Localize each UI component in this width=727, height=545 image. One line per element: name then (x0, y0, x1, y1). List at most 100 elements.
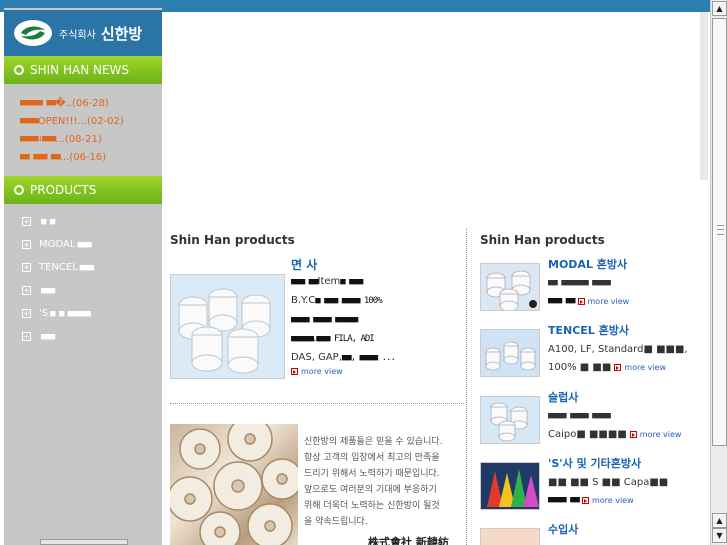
product-menu-text: TENCEL (39, 262, 78, 273)
product-list-title[interactable]: 'S'사 및 기타혼방사 (548, 455, 704, 473)
news-item-blocks: ■■ ■■■ ■■ (20, 152, 61, 162)
product-list-title[interactable]: MODAL 혼방사 (548, 256, 704, 274)
arrow-box-icon (577, 297, 585, 305)
product-menu-blocks: ■ ■ ■■■■■ (50, 308, 91, 319)
plus-box-icon: + (22, 286, 31, 295)
slub-yarn-thumbnail[interactable] (480, 396, 540, 444)
news-item-text: ...(06-16) (59, 151, 107, 163)
news-item-text: �..(06-28) (55, 97, 109, 109)
more-view-link[interactable]: more view (577, 296, 630, 306)
arrow-box-icon (291, 368, 298, 375)
news-item[interactable]: ■■■■ OPEN!!!...(02-02) (20, 112, 160, 130)
product-list-title[interactable]: 슬럽사 (548, 389, 704, 407)
promo-line: 앞으로도 여러분의 기대에 부응하기 (304, 485, 437, 495)
scrollbar-thumb[interactable] (712, 18, 727, 446)
promo-text: 신한방의 제품들은 믿을 수 있습니다. 항상 고객의 입장에서 최고의 만족을… (304, 434, 464, 530)
product-list-text: 수입사 (548, 521, 704, 539)
product-list-text: 'S'사 및 기타혼방사 ■■ ■■ S ■■ Capa■■ ■■■■ ■■ m… (548, 455, 704, 509)
promo-line: 항상 고객의 입장에서 최고의 만족을 (304, 453, 440, 463)
product-menu-blocks: ■■■ (41, 331, 55, 342)
product-list-blocks: ■■■ ■■ (548, 296, 575, 306)
promo-block: 신한방의 제품들은 믿을 수 있습니다. 항상 고객의 입장에서 최고의 만족을… (170, 424, 462, 545)
news-item[interactable]: ■■■■■ ■■ �..(06-28) (20, 94, 160, 112)
logo-big-text: 신한방 (100, 24, 143, 43)
desc-blocks: ■■■■■ (291, 333, 314, 344)
news-section-title: SHIN HAN NEWS (30, 63, 130, 77)
product-list-text: TENCEL 혼방사 A100, LF, Standard■ ■■■, 100%… (548, 322, 704, 376)
news-item-blocks: ■■■■↓■■■ (20, 134, 56, 144)
product-list-line: ■■ ■■ S ■■ Capa■■ (548, 476, 669, 488)
news-item-text: OPEN!!!...(02-02) (37, 115, 124, 127)
product-menu-item[interactable]: + ■ ■ (22, 210, 162, 233)
news-item[interactable]: ■■ ■■■ ■■ ...(06-16) (20, 148, 160, 166)
left-column-title: Shin Han products (170, 233, 295, 247)
promo-line: 을 약속드립니다. (304, 517, 368, 527)
product-list-line: ■■■■ ■■ more view (548, 491, 704, 509)
news-item-blocks: ■■■■ (20, 116, 39, 126)
news-item[interactable]: ■■■■↓■■■ ...(08-21) (20, 130, 160, 148)
product-desc-line: DAS, GAP, ■■, ■■■■ ... (291, 348, 463, 367)
sidebar: 주식회사 신한방 SHIN HAN NEWS ■■■■■ ■■ �..(06-2… (4, 8, 162, 545)
product-desc-line: ■■■■ ■■■■ ■■■■■ (291, 310, 463, 329)
product-list-line: ■■■■ ■■■■ ■■■■ (548, 411, 611, 421)
main-product-title[interactable]: 면 사 (291, 256, 463, 272)
vertical-scrollbar[interactable]: ▲ ▲ ▼ (710, 0, 727, 545)
product-menu-item[interactable]: + TENCEL ■■■ (22, 256, 162, 279)
product-list-line: 100% ■ ■■ more view (548, 358, 704, 376)
product-menu-item[interactable]: + ■■■ (22, 279, 162, 302)
product-menu-item[interactable]: + 'S ■ ■ ■■■■■ (22, 302, 162, 325)
desc-text: B.Y.C (291, 295, 316, 306)
product-list-title[interactable]: 수입사 (548, 521, 704, 539)
promo-signature: 株式會社 新韓紡 (368, 536, 449, 545)
plus-box-icon: + (22, 263, 31, 272)
more-view-link[interactable]: more view (614, 363, 666, 372)
product-list-title[interactable]: TENCEL 혼방사 (548, 322, 704, 340)
scroll-up-arrow-icon[interactable]: ▲ (712, 513, 727, 528)
news-item-text: ...(08-21) (55, 133, 102, 145)
more-view-label: more view (301, 367, 343, 376)
promo-line: 드리기 위해서 노력하기 때문입니다. (304, 469, 440, 479)
more-view-label: more view (587, 296, 630, 306)
promo-line: 신한방의 제품들은 믿을 수 있습니다. (304, 437, 443, 447)
dotted-divider (170, 403, 464, 404)
logo-small-text: 주식회사 (59, 29, 96, 41)
product-list-blocks: ■■■■ ■■ (548, 495, 580, 505)
desc-text: DAS, GAP, (291, 352, 342, 363)
modal-yarn-thumbnail[interactable] (480, 263, 540, 311)
product-menu-item[interactable]: + ■■■ (22, 325, 162, 348)
more-view-label: more view (591, 495, 634, 505)
promo-line: 위해 더욱더 노력하는 신한방이 될것 (304, 501, 440, 511)
more-view-link[interactable]: more view (291, 367, 463, 376)
desc-blocks: ■■■ FILA, ADI (316, 333, 374, 344)
product-desc-line: ■■■■■ . ■■■ FILA, ADI (291, 329, 463, 348)
desc-blocks: ■■■■ ■■■■ ■■■■■ (291, 314, 358, 325)
desc-text: Item (317, 276, 341, 287)
product-menu-blocks: ■■■ (77, 239, 91, 250)
tencel-yarn-thumbnail[interactable] (480, 329, 540, 377)
sidebar-bottom-widget (40, 539, 128, 545)
s-yarn-thumbnail[interactable] (480, 462, 540, 510)
more-view-label: more view (639, 429, 682, 439)
more-view-link[interactable]: more view (629, 429, 682, 439)
content-right-edge (700, 12, 708, 180)
imported-yarn-thumbnail[interactable] (480, 528, 540, 545)
right-column-title: Shin Han products (480, 233, 605, 247)
desc-blocks: ■ ■■■ (340, 276, 363, 287)
company-logo[interactable]: 주식회사 신한방 (4, 10, 162, 56)
plus-box-icon: + (22, 332, 31, 341)
products-list: + ■ ■ + MODAL ■■■ + TENCEL ■■■ + ■■■ + '… (22, 210, 162, 348)
product-list-line: ■■ ■■■■■■ ■■■■ (548, 278, 611, 288)
product-menu-blocks: ■ ■ (41, 216, 55, 227)
product-menu-blocks: ■■■ (41, 285, 55, 296)
column-divider (466, 228, 467, 545)
page-root: 주식회사 신한방 SHIN HAN NEWS ■■■■■ ■■ �..(06-2… (0, 0, 727, 545)
cotton-yarn-image[interactable] (170, 274, 285, 379)
products-section-header: PRODUCTS (4, 176, 162, 204)
news-section-header: SHIN HAN NEWS (4, 56, 162, 84)
more-view-link[interactable]: more view (581, 495, 634, 505)
scroll-down-arrow-icon[interactable]: ▼ (712, 528, 727, 543)
arrow-box-icon (614, 363, 622, 371)
scroll-up-arrow-icon[interactable]: ▲ (712, 1, 727, 16)
product-menu-item[interactable]: + MODAL ■■■ (22, 233, 162, 256)
news-list: ■■■■■ ■■ �..(06-28) ■■■■ OPEN!!!...(02-0… (20, 94, 160, 166)
